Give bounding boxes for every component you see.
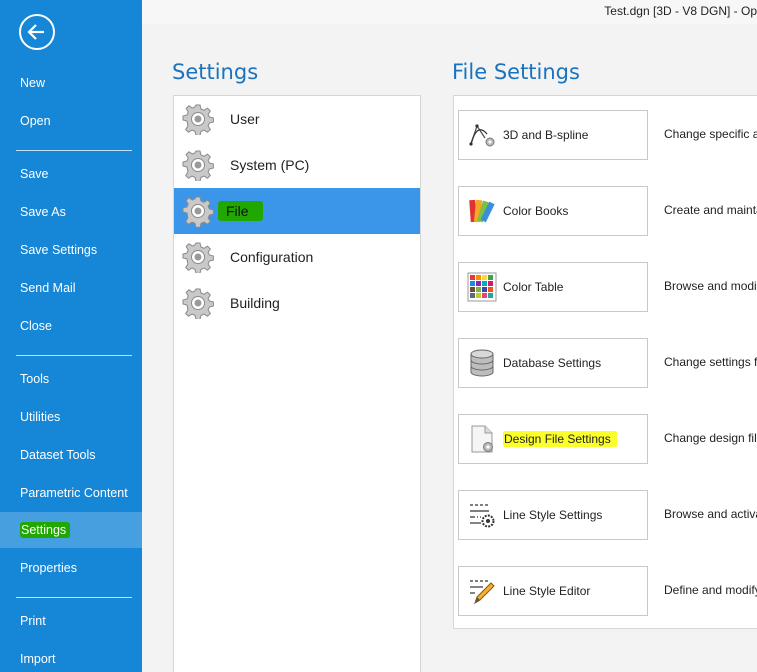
file-setting-description: Create and mainta: [664, 203, 757, 217]
nav-dataset-tools[interactable]: Dataset Tools: [0, 437, 142, 473]
settings-item-system-pc[interactable]: System (PC): [174, 142, 420, 188]
file-setting-label: Color Table: [503, 280, 564, 294]
nav-label: Save As: [20, 205, 66, 219]
file-setting-label: Color Books: [503, 204, 569, 218]
file-setting-description: Browse and activa: [664, 507, 757, 521]
file-setting-description: Change design file: [664, 431, 757, 445]
nav-properties[interactable]: Properties: [0, 550, 142, 586]
file-setting-label: Database Settings: [503, 356, 602, 370]
nav-divider: [16, 597, 132, 598]
line-style-editor-button[interactable]: Line Style Editor: [458, 566, 648, 616]
color-table-icon: [467, 272, 497, 302]
nav-label: Tools: [20, 372, 50, 386]
nav-label: Close: [20, 319, 52, 333]
nav-print[interactable]: Print: [0, 603, 142, 639]
nav-label: Print: [20, 614, 46, 628]
settings-item-file[interactable]: File: [174, 188, 420, 234]
file-setting-row: Color Table Browse and modif: [458, 262, 757, 312]
settings-category-list: User System (PC) File Configuration Buil…: [173, 95, 421, 672]
nav-divider: [16, 355, 132, 356]
file-setting-row: Line Style Editor Define and modify: [458, 566, 757, 616]
nav-new[interactable]: New: [0, 65, 142, 101]
line-style-settings-button[interactable]: Line Style Settings: [458, 490, 648, 540]
settings-item-label-text: File: [226, 203, 249, 219]
file-setting-row: Color Books Create and mainta: [458, 186, 757, 236]
file-setting-row: 3D and B-spline Change specific at: [458, 110, 757, 160]
file-setting-description: Define and modify: [664, 583, 757, 597]
settings-item-configuration[interactable]: Configuration: [174, 234, 420, 280]
settings-item-label: System (PC): [230, 157, 310, 173]
nav-save-settings[interactable]: Save Settings: [0, 232, 142, 268]
nav-label: Save: [20, 167, 49, 181]
bspline-icon: [467, 120, 497, 150]
nav-divider: [16, 150, 132, 151]
settings-item-label: Building: [230, 295, 280, 311]
settings-item-building[interactable]: Building: [174, 280, 420, 326]
back-button[interactable]: [19, 14, 55, 50]
nav-label: New: [20, 76, 46, 90]
nav-close[interactable]: Close: [0, 308, 142, 344]
file-settings-title: File Settings: [452, 60, 580, 84]
nav-label: Properties: [20, 561, 77, 575]
nav-settings[interactable]: Settings: [0, 512, 142, 548]
settings-title: Settings: [172, 60, 259, 84]
database-settings-button[interactable]: Database Settings: [458, 338, 648, 388]
file-setting-description: Change settings fo: [664, 355, 757, 369]
file-settings-panel: 3D and B-spline Change specific at Color…: [453, 95, 757, 629]
gear-icon: [182, 241, 214, 273]
nav-label: Dataset Tools: [20, 448, 96, 462]
gear-icon: [182, 195, 214, 227]
settings-item-user[interactable]: User: [174, 96, 420, 142]
settings-item-label: Configuration: [230, 249, 314, 265]
file-setting-row: Database Settings Change settings fo: [458, 338, 757, 388]
file-setting-description: Browse and modif: [664, 279, 757, 293]
settings-item-label: User: [230, 111, 260, 127]
nav-send-mail[interactable]: Send Mail: [0, 270, 142, 306]
database-icon: [467, 348, 497, 378]
file-setting-label: Design File Settings: [503, 431, 617, 447]
design-file-icon: [467, 424, 497, 454]
settings-item-label: File: [218, 201, 263, 221]
line-style-settings-icon: [467, 500, 497, 530]
nav-label: Utilities: [20, 410, 61, 424]
file-setting-label: Line Style Editor: [503, 584, 591, 598]
color-books-icon: [467, 196, 497, 226]
nav-import[interactable]: Import: [0, 641, 142, 672]
gear-icon: [182, 103, 214, 135]
color-table-button[interactable]: Color Table: [458, 262, 648, 312]
gear-icon: [182, 149, 214, 181]
design-file-settings-button[interactable]: Design File Settings: [458, 414, 648, 464]
backstage-nav: New Open Save Save As Save Settings Send…: [0, 0, 142, 672]
file-setting-row: Design File Settings Change design file: [458, 414, 757, 464]
bspline-button[interactable]: 3D and B-spline: [458, 110, 648, 160]
nav-label: Import: [20, 652, 56, 666]
nav-utilities[interactable]: Utilities: [0, 399, 142, 435]
nav-label: Open: [20, 114, 51, 128]
nav-save[interactable]: Save: [0, 156, 142, 192]
file-setting-row: Line Style Settings Browse and activa: [458, 490, 757, 540]
nav-save-as[interactable]: Save As: [0, 194, 142, 230]
file-setting-description: Change specific at: [664, 127, 757, 141]
nav-label: Save Settings: [20, 243, 98, 257]
nav-open[interactable]: Open: [0, 103, 142, 139]
nav-label: Parametric Content: [20, 486, 128, 500]
back-arrow-icon: [27, 24, 44, 40]
nav-tools[interactable]: Tools: [0, 361, 142, 397]
file-setting-label: Line Style Settings: [503, 508, 603, 522]
file-setting-label: 3D and B-spline: [503, 128, 589, 142]
nav-parametric-content[interactable]: Parametric Content: [0, 475, 142, 511]
nav-label: Settings: [20, 522, 71, 538]
gear-icon: [182, 287, 214, 319]
color-books-button[interactable]: Color Books: [458, 186, 648, 236]
line-style-editor-icon: [467, 576, 497, 606]
window-title: Test.dgn [3D - V8 DGN] - Op: [604, 4, 757, 18]
nav-label: Send Mail: [20, 281, 76, 295]
